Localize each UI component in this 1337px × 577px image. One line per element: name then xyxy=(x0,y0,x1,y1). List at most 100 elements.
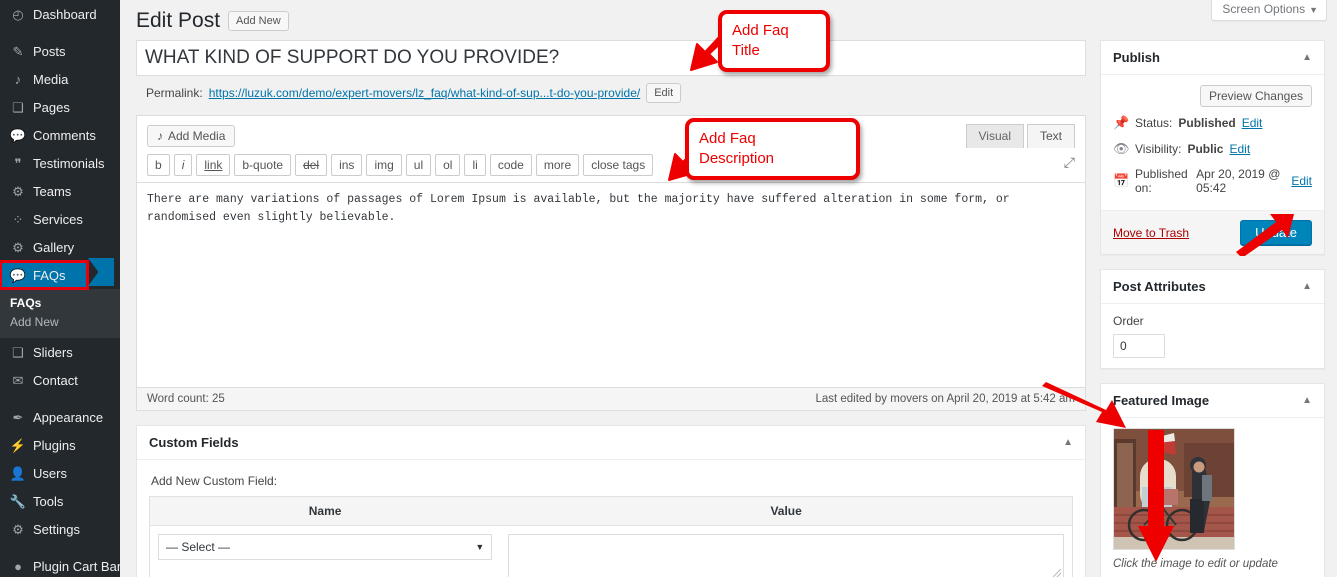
sidebar-item-dashboard[interactable]: ◴ Dashboard xyxy=(0,0,120,28)
column-header-value: Value xyxy=(500,496,1073,526)
sidebar-item-label: Services xyxy=(33,211,83,227)
order-label: Order xyxy=(1113,314,1144,328)
sidebar-item-label: Testimonials xyxy=(33,155,105,171)
page-title: Edit Post xyxy=(136,9,221,32)
sidebar-menu: ◴ Dashboard ✎ Posts ♪ Media ❏ Pages 💬 Comments ❞ Te… xyxy=(0,0,120,577)
add-media-button[interactable]: ♪ Add Media xyxy=(147,125,236,147)
cart-icon: ● xyxy=(14,558,22,574)
faq-icon: 💬 xyxy=(9,267,27,283)
status-edit-link[interactable]: Edit xyxy=(1242,116,1263,130)
post-title-wrap xyxy=(136,40,1086,76)
tab-visual[interactable]: Visual xyxy=(965,124,1024,148)
quicktag-code[interactable]: code xyxy=(489,154,532,176)
fullscreen-icon[interactable]: ⤢ xyxy=(1064,154,1075,171)
mail-icon: ✉ xyxy=(12,372,24,388)
visibility-row: 👁 Visibility: Public Edit xyxy=(1113,136,1312,162)
chevron-up-icon[interactable]: ▲ xyxy=(1302,52,1312,63)
sidebar-item-teams[interactable]: ⚙ Teams xyxy=(0,177,120,205)
sidebar-item-posts[interactable]: ✎ Posts xyxy=(0,37,120,65)
post-body-column: Permalink: https://luzuk.com/demo/expert… xyxy=(136,40,1086,577)
custom-field-name-select[interactable]: — Select — ▼ xyxy=(158,534,493,560)
featured-image-header[interactable]: Featured Image ▲ xyxy=(1101,384,1324,418)
preview-changes-button[interactable]: Preview Changes xyxy=(1199,85,1312,107)
post-attributes-header[interactable]: Post Attributes ▲ xyxy=(1101,270,1324,304)
brush-icon: ✒ xyxy=(12,409,24,425)
sidebar-item-plugins[interactable]: ⚡ Plugins xyxy=(0,431,120,459)
chevron-up-icon[interactable]: ▲ xyxy=(1302,281,1312,292)
publish-body: Preview Changes 📌 Status: Published Edit… xyxy=(1101,75,1324,210)
sidebar-item-label: Plugins xyxy=(33,437,76,453)
custom-fields-header[interactable]: Custom Fields ▲ xyxy=(137,426,1085,460)
published-on-row: 📅 Published on: Apr 20, 2019 @ 05:42 Edi… xyxy=(1113,162,1312,200)
chevron-up-icon[interactable]: ▲ xyxy=(1302,395,1312,406)
calendar-icon: 📅 xyxy=(1113,173,1130,188)
sidebar-item-label: Tools xyxy=(33,493,64,509)
chevron-down-icon: ▼ xyxy=(1309,5,1318,15)
custom-fields-table: Name Value — Select — ▼ xyxy=(149,496,1073,577)
permalink-label: Permalink: xyxy=(146,86,203,100)
order-input[interactable] xyxy=(1113,334,1165,358)
published-edit-link[interactable]: Edit xyxy=(1291,174,1312,188)
sidebar-item-sliders[interactable]: ❑ Sliders xyxy=(0,338,120,366)
quicktag-link[interactable]: link xyxy=(196,154,231,176)
add-new-button[interactable]: Add New xyxy=(228,11,289,31)
sidebar-item-comments[interactable]: 💬 Comments xyxy=(0,121,120,149)
permalink-link[interactable]: https://luzuk.com/demo/expert-movers/lz_… xyxy=(209,86,641,100)
publish-header[interactable]: Publish ▲ xyxy=(1101,41,1324,75)
quicktag-del[interactable]: del xyxy=(295,154,328,176)
sidebar-item-label: FAQs xyxy=(33,267,66,283)
post-content-textarea[interactable]: There are many variations of passages of… xyxy=(137,182,1085,387)
publish-title: Publish xyxy=(1113,50,1160,65)
sidebar-item-testimonials[interactable]: ❞ Testimonials xyxy=(0,149,120,177)
select-value: — Select — xyxy=(166,540,231,554)
custom-fields-title: Custom Fields xyxy=(149,435,239,450)
custom-fields-panel: Custom Fields ▲ Add New Custom Field: Na… xyxy=(136,425,1086,577)
sidebar-item-pages[interactable]: ❏ Pages xyxy=(0,93,120,121)
sidebar-item-settings[interactable]: ⚙ Settings xyxy=(0,515,120,543)
custom-field-value-textarea[interactable] xyxy=(508,534,1064,577)
sidebar-item-media[interactable]: ♪ Media xyxy=(0,65,120,93)
sidebar-item-users[interactable]: 👤 Users xyxy=(0,459,120,487)
table-header-row: Name Value xyxy=(149,496,1073,526)
post-attributes-title: Post Attributes xyxy=(1113,279,1206,294)
quicktag-b[interactable]: b xyxy=(147,154,170,176)
preview-row: Preview Changes xyxy=(1113,85,1312,110)
quicktag-img[interactable]: img xyxy=(366,154,402,176)
quicktag-close-tags[interactable]: close tags xyxy=(583,154,654,176)
visibility-label: Visibility: xyxy=(1135,142,1182,156)
sidebar-item-plugin-cart-bar[interactable]: ● Plugin Cart Bar xyxy=(0,552,120,577)
post-title-input[interactable] xyxy=(137,41,1085,75)
sidebar-item-tools[interactable]: 🔧 Tools xyxy=(0,487,120,515)
sidebar-separator xyxy=(0,394,120,403)
quicktag-b-quote[interactable]: b-quote xyxy=(234,154,292,176)
sidebar-item-label: Dashboard xyxy=(33,6,97,22)
chevron-down-icon: ▼ xyxy=(475,542,485,552)
annotation-title-line1: Add Faq xyxy=(732,22,789,39)
quicktag-ol[interactable]: ol xyxy=(435,154,461,176)
last-edited: Last edited by movers on April 20, 2019 … xyxy=(815,393,1075,405)
quicktag-more[interactable]: more xyxy=(535,154,580,176)
sidebar-item-faqs[interactable]: 💬 FAQs xyxy=(0,260,89,290)
quicktag-i[interactable]: i xyxy=(173,154,193,176)
sidebar-item-appearance[interactable]: ✒ Appearance xyxy=(0,403,120,431)
quicktag-ul[interactable]: ul xyxy=(405,154,432,176)
screen-options-toggle[interactable]: Screen Options ▼ xyxy=(1211,0,1327,21)
quicktag-ins[interactable]: ins xyxy=(331,154,363,176)
annotation-callout-title: Add Faq Title xyxy=(718,10,830,72)
quicktag-li[interactable]: li xyxy=(464,154,486,176)
sidebar-item-services[interactable]: ⁘ Services xyxy=(0,205,120,233)
wrench-icon: 🔧 xyxy=(9,493,27,509)
permalink-edit-button[interactable]: Edit xyxy=(646,83,682,103)
sidebar-item-contact[interactable]: ✉ Contact xyxy=(0,366,120,394)
visibility-edit-link[interactable]: Edit xyxy=(1229,142,1250,156)
tab-text[interactable]: Text xyxy=(1026,124,1075,148)
page-header: Edit Post Add New xyxy=(136,8,289,34)
quicktags-toolbar: b i link b-quote del ins img ul ol li code more clos… xyxy=(137,154,1085,182)
submenu-item-faqs[interactable]: FAQs xyxy=(10,294,120,313)
move-to-trash-link[interactable]: Move to Trash xyxy=(1113,226,1189,240)
sliders-icon: ❑ xyxy=(12,344,24,360)
permalink-row: Permalink: https://luzuk.com/demo/expert… xyxy=(136,76,1086,103)
sidebar-item-label: Teams xyxy=(33,183,72,199)
submenu-item-add-new[interactable]: Add New xyxy=(10,313,120,332)
sidebar-item-gallery[interactable]: ⚙ Gallery xyxy=(0,233,120,261)
